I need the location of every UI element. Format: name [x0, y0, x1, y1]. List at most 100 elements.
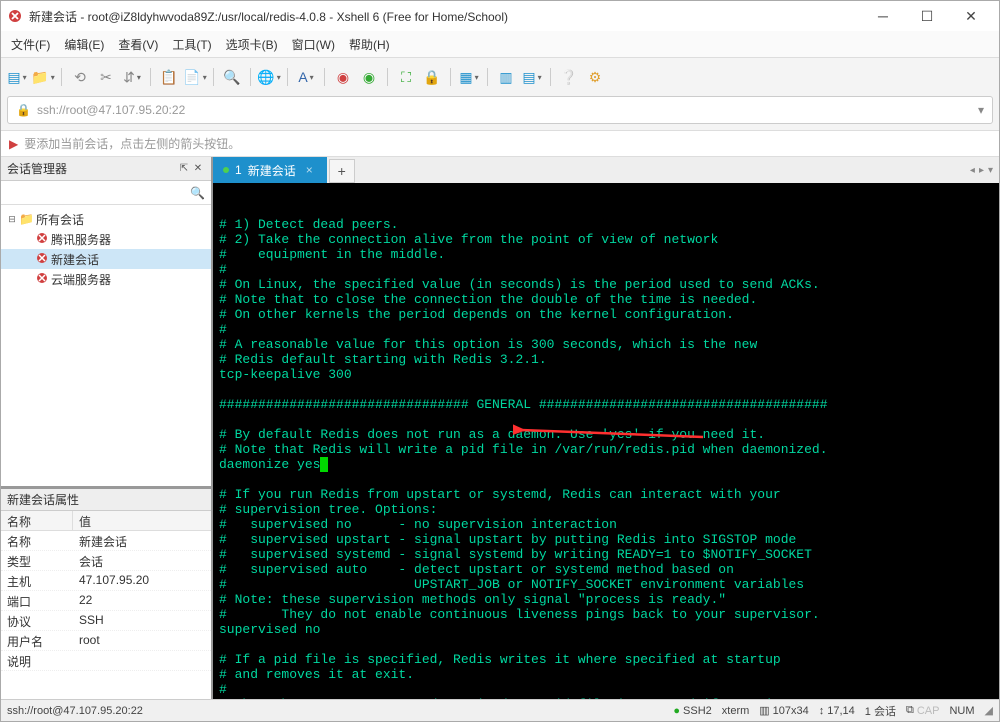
tree-item[interactable]: 云端服务器: [1, 269, 211, 289]
terminal-line: # supervised no - no supervision interac…: [219, 517, 993, 532]
tree-item[interactable]: 腾讯服务器: [1, 229, 211, 249]
terminal-line: # supervised auto - detect upstart or sy…: [219, 562, 993, 577]
property-row: 主机47.107.95.20: [1, 571, 211, 591]
session-tree: ⊟ 📁 所有会话 腾讯服务器新建会话云端服务器: [1, 205, 211, 293]
menu-window[interactable]: 窗口(W): [292, 36, 335, 53]
status-address: ssh://root@47.107.95.20:22: [7, 705, 143, 717]
settings-icon[interactable]: ⚙: [585, 67, 605, 87]
tip-text: 要添加当前会话，点击左侧的箭头按钮。: [24, 135, 240, 152]
col-name: 名称: [1, 511, 73, 530]
app-icon: [7, 8, 23, 24]
menu-help[interactable]: 帮助(H): [349, 36, 390, 53]
resize-grip-icon[interactable]: ◢: [985, 704, 993, 717]
property-row: 用户名root: [1, 631, 211, 651]
properties-title: 新建会话属性: [1, 489, 211, 511]
lock-icon[interactable]: 🔒: [422, 67, 442, 87]
tabstrip-next-icon[interactable]: ▸: [979, 165, 984, 176]
globe-icon[interactable]: 🌐: [259, 67, 279, 87]
terminal-line: # Note: these supervision methods only s…: [219, 592, 993, 607]
link-icon: ⧉: [906, 704, 914, 717]
session-icon: [35, 251, 49, 268]
prop-value: 会话: [73, 551, 109, 570]
tab-close-icon[interactable]: ×: [302, 163, 317, 177]
status-pos: 17,14: [827, 705, 855, 717]
terminal-line: supervised no: [219, 622, 993, 637]
reconnect-icon[interactable]: ⟲: [70, 67, 90, 87]
cursor: [320, 457, 328, 472]
tab-index: 1: [235, 163, 242, 177]
terminal-line: # supervised upstart - signal upstart by…: [219, 532, 993, 547]
property-row: 协议SSH: [1, 611, 211, 631]
terminal-line: # If a pid file is specified, Redis writ…: [219, 652, 993, 667]
disconnect-icon[interactable]: ✂: [96, 67, 116, 87]
terminal-line: # UPSTART_JOB or NOTIFY_SOCKET environme…: [219, 577, 993, 592]
address-bar[interactable]: 🔒 ssh://root@47.107.95.20:22 ▾: [7, 96, 993, 124]
sidebar: 会话管理器 ⇱ ✕ 🔍 ⊟ 📁 所有会话 腾讯服务器新建会话云端服务器 新建会话…: [1, 157, 213, 699]
maximize-button[interactable]: ☐: [905, 2, 949, 30]
prop-value: [73, 651, 85, 670]
tile-v-icon[interactable]: ▤: [522, 67, 542, 87]
tree-root[interactable]: ⊟ 📁 所有会话: [1, 209, 211, 229]
tree-item-label: 新建会话: [51, 251, 99, 268]
prop-key: 类型: [1, 551, 73, 570]
paste-icon[interactable]: 📄: [185, 67, 205, 87]
terminal-line: # A reasonable value for this option is …: [219, 337, 993, 352]
prop-value: root: [73, 631, 106, 650]
prop-key: 端口: [1, 591, 73, 610]
menu-file[interactable]: 文件(F): [11, 36, 50, 53]
menu-edit[interactable]: 编辑(E): [64, 36, 104, 53]
terminal[interactable]: # 1) Detect dead peers.# 2) Take the con…: [213, 183, 999, 699]
terminal-line: [219, 382, 993, 397]
tabstrip-menu-icon[interactable]: ▾: [988, 165, 993, 176]
ssh-status-icon: ●: [673, 705, 680, 717]
font-icon[interactable]: A: [296, 67, 316, 87]
folder-icon: 📁: [19, 212, 34, 226]
tab-add-button[interactable]: +: [329, 159, 355, 183]
session-icon: [35, 271, 49, 288]
property-row: 类型会话: [1, 551, 211, 571]
pin-icon[interactable]: ⇱: [177, 163, 191, 174]
help-icon[interactable]: ❔: [559, 67, 579, 87]
tab-active[interactable]: 1 新建会话 ×: [213, 157, 327, 183]
properties-panel: 新建会话属性 名称 值 名称新建会话类型会话主机47.107.95.20端口22…: [1, 489, 211, 699]
open-session-icon[interactable]: 📁: [33, 67, 53, 87]
status-ssh: SSH2: [683, 705, 712, 717]
prop-key: 协议: [1, 611, 73, 630]
copy-icon[interactable]: 📋: [159, 67, 179, 87]
panel-close-icon[interactable]: ✕: [191, 163, 205, 174]
tip-bar: ▶ 要添加当前会话，点击左侧的箭头按钮。: [1, 131, 999, 157]
collapse-icon[interactable]: ⊟: [7, 214, 17, 225]
xshell-red-icon[interactable]: ◉: [333, 67, 353, 87]
size-icon: ▥: [759, 704, 769, 717]
terminal-line: # When the server runs non daemonized, n…: [219, 697, 993, 699]
terminal-line: [219, 472, 993, 487]
terminal-line: [219, 412, 993, 427]
terminal-line: # On other kernels the period depends on…: [219, 307, 993, 322]
tabstrip-prev-icon[interactable]: ◂: [970, 165, 975, 176]
tip-flag-icon: ▶: [9, 137, 18, 151]
address-lock-icon: 🔒: [16, 103, 31, 117]
minimize-button[interactable]: ─: [861, 2, 905, 30]
prop-key: 名称: [1, 531, 73, 550]
tab-label: 新建会话: [248, 162, 296, 179]
fullscreen-icon[interactable]: ⛶: [396, 67, 416, 87]
tree-item-label: 腾讯服务器: [51, 231, 111, 248]
status-num: NUM: [949, 705, 974, 717]
menu-view[interactable]: 查看(V): [118, 36, 158, 53]
menu-tabs[interactable]: 选项卡(B): [226, 36, 278, 53]
session-search[interactable]: 🔍: [1, 181, 211, 205]
new-session-icon[interactable]: ▤: [7, 67, 27, 87]
tile-h-icon[interactable]: ▥: [496, 67, 516, 87]
layout-icon[interactable]: ▦: [459, 67, 479, 87]
tree-item[interactable]: 新建会话: [1, 249, 211, 269]
xshell-green-icon[interactable]: ◉: [359, 67, 379, 87]
transfer-icon[interactable]: ⇵: [122, 67, 142, 87]
menu-tools[interactable]: 工具(T): [172, 36, 211, 53]
close-button[interactable]: ✕: [949, 2, 993, 30]
terminal-line: # Note that to close the connection the …: [219, 292, 993, 307]
find-icon[interactable]: 🔍: [222, 67, 242, 87]
property-row: 名称新建会话: [1, 531, 211, 551]
property-row: 说明: [1, 651, 211, 671]
terminal-line: #: [219, 682, 993, 697]
address-dropdown-icon[interactable]: ▾: [978, 103, 984, 117]
